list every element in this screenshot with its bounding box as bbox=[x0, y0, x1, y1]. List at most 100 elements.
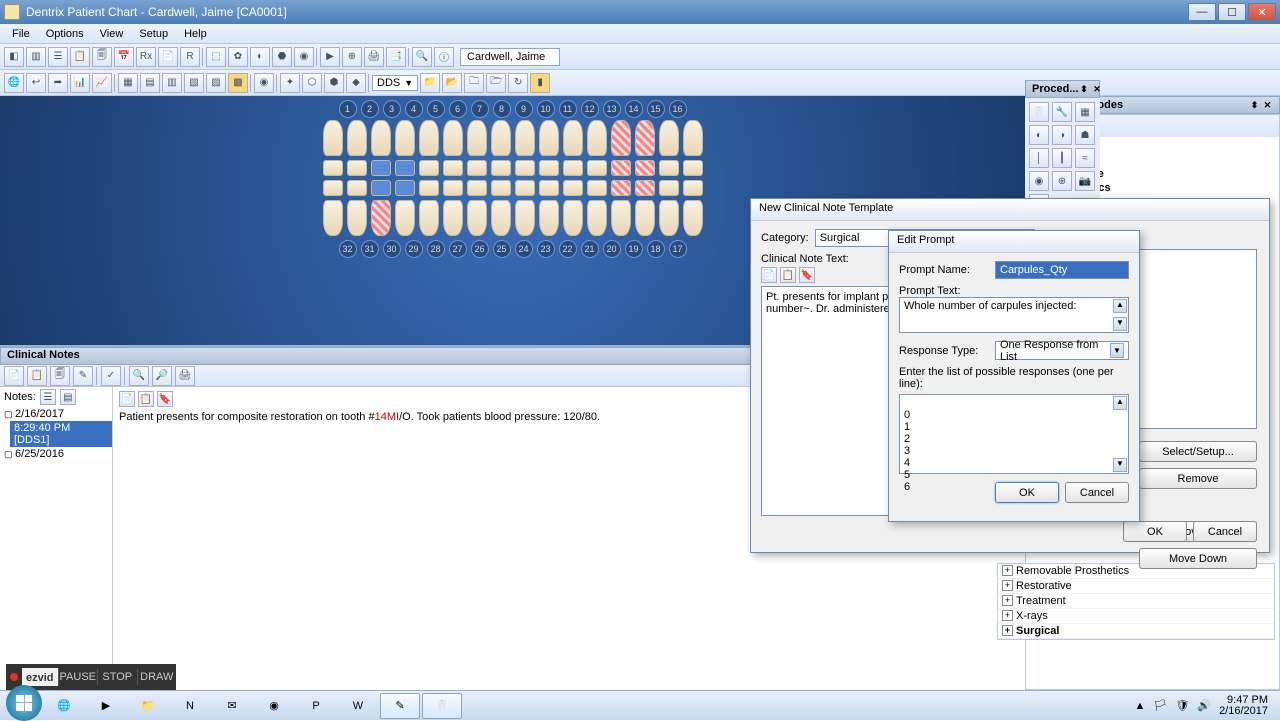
tb-icon[interactable]: ⓘ bbox=[434, 47, 454, 67]
tooth[interactable] bbox=[635, 200, 655, 236]
tooth[interactable] bbox=[515, 180, 535, 196]
tooth[interactable] bbox=[563, 180, 583, 196]
tooth[interactable] bbox=[491, 120, 511, 156]
tooth[interactable] bbox=[563, 160, 583, 176]
tb-icon[interactable]: 📈 bbox=[92, 73, 112, 93]
tooth[interactable] bbox=[467, 160, 487, 176]
tooth[interactable] bbox=[563, 200, 583, 236]
provider-select[interactable]: DDS ▼ bbox=[372, 75, 418, 91]
ok-button[interactable]: OK bbox=[995, 482, 1059, 503]
tooth[interactable] bbox=[539, 120, 559, 156]
menu-view[interactable]: View bbox=[92, 26, 132, 42]
tooth[interactable] bbox=[419, 180, 439, 196]
cn-tb-icon[interactable]: ✎ bbox=[73, 366, 93, 386]
pin-icon[interactable]: ⬍ bbox=[1249, 100, 1260, 111]
tooth[interactable] bbox=[467, 180, 487, 196]
proc-icon[interactable]: ◑ bbox=[1052, 125, 1072, 145]
proc-icon[interactable]: │ bbox=[1029, 148, 1049, 168]
cn-tb-icon[interactable]: 📄 bbox=[4, 366, 24, 386]
tb-icon[interactable]: ✦ bbox=[280, 73, 300, 93]
close-icon[interactable]: ✕ bbox=[1091, 84, 1102, 95]
category-item-selected[interactable]: Surgical bbox=[998, 624, 1274, 639]
tb-icon[interactable]: ↻ bbox=[508, 73, 528, 93]
tb-icon[interactable]: 🌐 bbox=[4, 73, 24, 93]
tooth[interactable] bbox=[467, 120, 487, 156]
tb-icon[interactable]: 🗀 bbox=[464, 73, 484, 93]
tb-icon[interactable]: ✿ bbox=[228, 47, 248, 67]
close-button[interactable]: ✕ bbox=[1248, 3, 1276, 21]
move-down-button[interactable]: Move Down bbox=[1139, 548, 1257, 569]
tb-icon[interactable]: ⬣ bbox=[272, 47, 292, 67]
tooth[interactable] bbox=[443, 200, 463, 236]
tray-icon[interactable]: ▲ bbox=[1135, 700, 1146, 712]
pin-icon[interactable]: ⬍ bbox=[1078, 84, 1089, 95]
tooth[interactable] bbox=[515, 160, 535, 176]
taskbar-word-icon[interactable]: W bbox=[338, 693, 378, 719]
pause-button[interactable]: PAUSE bbox=[58, 669, 98, 685]
tb-icon[interactable]: 🔍 bbox=[412, 47, 432, 67]
tooth[interactable] bbox=[467, 200, 487, 236]
tooth[interactable] bbox=[491, 160, 511, 176]
date-item[interactable]: 6/25/2016 bbox=[0, 447, 112, 461]
cn-tb-icon[interactable]: 🖨 bbox=[175, 366, 195, 386]
tooth[interactable] bbox=[323, 120, 343, 156]
tb-icon[interactable]: ➦ bbox=[48, 73, 68, 93]
cn-tb-icon[interactable]: 🗐 bbox=[50, 366, 70, 386]
menu-options[interactable]: Options bbox=[38, 26, 92, 42]
tooth[interactable] bbox=[419, 160, 439, 176]
tooth[interactable] bbox=[611, 200, 631, 236]
tooth[interactable] bbox=[635, 180, 655, 196]
proc-icon[interactable]: 🦷 bbox=[1029, 102, 1049, 122]
cn-tb-icon[interactable]: 📋 bbox=[27, 366, 47, 386]
tooth[interactable] bbox=[491, 180, 511, 196]
tb-icon[interactable]: ◉ bbox=[294, 47, 314, 67]
tooth[interactable] bbox=[587, 180, 607, 196]
tooth[interactable] bbox=[587, 120, 607, 156]
scroll-down-icon[interactable]: ▼ bbox=[1113, 458, 1127, 472]
tooth[interactable] bbox=[395, 200, 415, 236]
tb-icon[interactable]: 📅 bbox=[114, 47, 134, 67]
tb-icon[interactable]: ▥ bbox=[26, 47, 46, 67]
tooth[interactable] bbox=[395, 120, 415, 156]
tb-icon[interactable]: ▤ bbox=[140, 73, 160, 93]
proc-icon[interactable]: ◉ bbox=[1029, 171, 1049, 191]
taskbar-chrome-icon[interactable]: ◉ bbox=[254, 693, 294, 719]
view-icon[interactable]: ▤ bbox=[60, 389, 76, 405]
tb-icon[interactable]: ▨ bbox=[206, 73, 226, 93]
tooth[interactable] bbox=[347, 120, 367, 156]
maximize-button[interactable]: ☐ bbox=[1218, 3, 1246, 21]
category-item[interactable]: Treatment bbox=[998, 594, 1274, 609]
tb-icon[interactable]: ▩ bbox=[228, 73, 248, 93]
response-type-select[interactable]: One Response from List ▼ bbox=[995, 341, 1129, 360]
proc-icon[interactable]: ◐ bbox=[1029, 125, 1049, 145]
tooth[interactable] bbox=[683, 200, 703, 236]
start-button[interactable] bbox=[6, 685, 42, 721]
cn-tb-icon[interactable]: ✓ bbox=[101, 366, 121, 386]
tb-icon[interactable]: 📊 bbox=[70, 73, 90, 93]
taskbar-dentrix-icon[interactable]: 🦷 bbox=[422, 693, 462, 719]
tb-icon[interactable]: ☰ bbox=[48, 47, 68, 67]
menu-file[interactable]: File bbox=[4, 26, 38, 42]
note-tb-icon[interactable]: 📋 bbox=[138, 391, 154, 407]
tooth[interactable] bbox=[539, 180, 559, 196]
taskbar-powerpoint-icon[interactable]: P bbox=[296, 693, 336, 719]
date-item-selected[interactable]: 8:29:40 PM [DDS1] bbox=[10, 421, 112, 447]
tb-icon[interactable]: ⬡ bbox=[302, 73, 322, 93]
tooth[interactable] bbox=[371, 160, 391, 176]
tooth[interactable] bbox=[443, 160, 463, 176]
category-item[interactable]: Restorative bbox=[998, 579, 1274, 594]
tooth[interactable] bbox=[611, 180, 631, 196]
tooth[interactable] bbox=[563, 120, 583, 156]
tb-icon[interactable]: 📋 bbox=[70, 47, 90, 67]
cancel-button[interactable]: Cancel bbox=[1193, 521, 1257, 542]
patient-name-field[interactable]: Cardwell, Jaime bbox=[460, 48, 560, 66]
tb-icon[interactable]: 📂 bbox=[442, 73, 462, 93]
tooth[interactable] bbox=[539, 200, 559, 236]
draw-button[interactable]: DRAW bbox=[137, 669, 177, 685]
remove-button[interactable]: Remove bbox=[1139, 468, 1257, 489]
tb-icon[interactable]: ▶ bbox=[320, 47, 340, 67]
tb-icon[interactable]: ◆ bbox=[346, 73, 366, 93]
tooth[interactable] bbox=[683, 120, 703, 156]
tray-clock[interactable]: 9:47 PM 2/16/2017 bbox=[1219, 695, 1268, 717]
tooth[interactable] bbox=[683, 180, 703, 196]
